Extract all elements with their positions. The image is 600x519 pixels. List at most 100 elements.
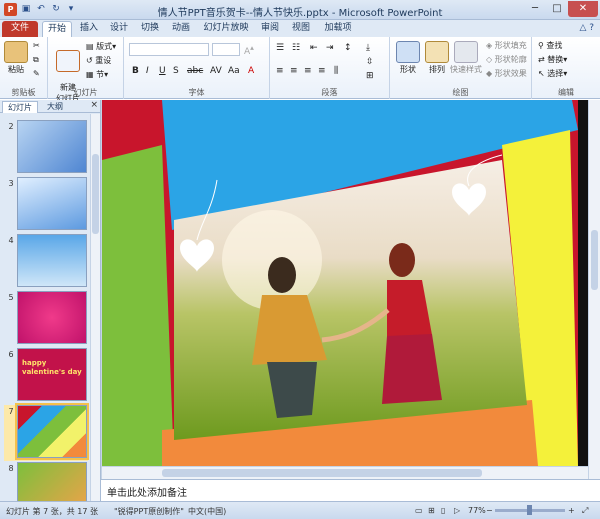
fit-window-icon[interactable]: ⤢ (582, 506, 588, 516)
text-direction-icon[interactable]: ⤓ (366, 43, 370, 53)
shape-fill-button[interactable]: ◈ 形状填充 (486, 40, 527, 51)
group-drawing: 形状 排列 快速样式 ◈ 形状填充 ◇ 形状轮廓 ◆ 形状效果 绘图 (390, 37, 532, 99)
quick-styles-button[interactable]: 快速样式 (448, 41, 484, 75)
tab-transitions[interactable]: 切换 (137, 21, 163, 37)
tab-design[interactable]: 设计 (106, 21, 132, 37)
tab-animations[interactable]: 动画 (168, 21, 194, 37)
ribbon: 粘贴 ✂ ⧉ ✎ 剪贴板 新建 幻灯片 ▤ 版式▾ ↺ 重设 ▦ 节▾ 幻灯片 … (0, 37, 600, 103)
section-button[interactable]: ▦ 节▾ (86, 69, 108, 80)
slide-thumb-6[interactable]: 6 happy valentine's day (4, 348, 88, 404)
minimize-icon[interactable]: ─ (524, 1, 546, 17)
font-size-combo[interactable] (212, 43, 240, 56)
bullets-icon[interactable]: ☰ (276, 43, 284, 53)
line-spacing-icon[interactable]: ↕ (344, 43, 352, 53)
tab-addins[interactable]: 加载项 (320, 21, 356, 37)
slide-thumb-8[interactable]: 8 (4, 462, 88, 501)
ribbon-tabs: 文件 开始 插入 设计 切换 动画 幻灯片放映 审阅 视图 加载项 △ ? (0, 20, 600, 37)
copy-icon[interactable]: ⧉ (33, 55, 39, 65)
zoom-in-icon[interactable]: + (568, 506, 575, 515)
panel-scrollbar[interactable] (90, 114, 100, 501)
columns-icon[interactable]: ⫼ (334, 66, 338, 76)
outdent-icon[interactable]: ⇥ (326, 43, 334, 53)
zoom-knob[interactable] (527, 505, 532, 515)
shadow-icon[interactable]: S (173, 66, 179, 76)
notes-pane[interactable]: 单击此处添加备注 (101, 479, 600, 501)
tab-home[interactable]: 开始 (42, 21, 72, 37)
slide-canvas[interactable] (102, 100, 588, 466)
align-left-icon[interactable]: ≡ (276, 66, 284, 76)
drawing-label: 绘图 (452, 88, 469, 97)
woman-skirt (382, 334, 442, 404)
editor-horizontal-scrollbar[interactable] (102, 466, 588, 479)
theme-name: "锐得PPT原创制作" (114, 507, 184, 516)
layout-label: 版式 (96, 42, 113, 51)
quick-styles-label: 快速样式 (450, 65, 482, 74)
zoom-level[interactable]: 77% (468, 506, 486, 515)
arrange-button[interactable]: 排列 (423, 41, 451, 75)
tab-view[interactable]: 视图 (288, 21, 314, 37)
slide-editor (101, 100, 600, 479)
zoom-slider[interactable] (495, 505, 565, 515)
align-center-icon[interactable]: ≡ (290, 66, 298, 76)
find-button[interactable]: ⚲ 查找 (538, 40, 562, 51)
thumb-image (17, 177, 87, 230)
language[interactable]: 中文(中国) (188, 506, 226, 517)
cut-icon[interactable]: ✂ (33, 41, 40, 50)
slide-thumb-2[interactable]: 2 (4, 120, 88, 176)
strikethrough-icon[interactable]: abc (187, 66, 203, 76)
tab-slideshow[interactable]: 幻灯片放映 (200, 21, 252, 37)
tab-file[interactable]: 文件 (2, 21, 38, 37)
font-color-icon[interactable]: A (248, 66, 254, 76)
shape-outline-button[interactable]: ◇ 形状轮廓 (486, 54, 527, 65)
thumb-number: 5 (8, 293, 14, 302)
tab-review[interactable]: 审阅 (257, 21, 283, 37)
zoom-out-icon[interactable]: − (486, 506, 493, 515)
format-painter-icon[interactable]: ✎ (33, 69, 40, 78)
align-text-icon[interactable]: ⇳ (366, 57, 374, 67)
slide-thumb-3[interactable]: 3 (4, 177, 88, 233)
shapes-button[interactable]: 形状 (394, 41, 422, 75)
smartart-icon[interactable]: ⊞ (366, 71, 374, 81)
spacing-icon[interactable]: AV (210, 66, 222, 76)
thumb-image (15, 403, 89, 460)
underline-icon[interactable]: U (159, 66, 166, 76)
tab-outline[interactable]: 大纲 (40, 101, 70, 113)
panel-scroll-thumb[interactable] (92, 154, 99, 234)
grow-font-icon[interactable]: A▴ (244, 43, 254, 57)
sorter-view-icon[interactable]: ⊞ (428, 506, 435, 515)
replace-button[interactable]: ⇄ 替换▾ (538, 54, 567, 65)
thumb-number: 6 (8, 350, 14, 359)
maximize-icon[interactable]: □ (546, 1, 568, 17)
notes-placeholder: 单击此处添加备注 (107, 488, 187, 499)
paste-button[interactable]: 粘贴 (3, 41, 29, 75)
window-controls: ─ □ ✕ (524, 1, 598, 17)
justify-icon[interactable]: ≡ (318, 66, 326, 76)
select-button[interactable]: ↖ 选择▾ (538, 68, 567, 79)
numbering-icon[interactable]: ☷ (292, 43, 300, 53)
tab-insert[interactable]: 插入 (76, 21, 102, 37)
slide-thumb-5[interactable]: 5 (4, 291, 88, 347)
shape-effects-button[interactable]: ◆ 形状效果 (486, 68, 527, 79)
reset-button[interactable]: ↺ 重设 (86, 55, 111, 66)
font-name-combo[interactable] (129, 43, 209, 56)
panel-close-icon[interactable]: × (90, 100, 98, 110)
v-scroll-thumb[interactable] (591, 230, 598, 290)
slide-thumb-7[interactable]: 7 (4, 403, 89, 461)
editor-vertical-scrollbar[interactable] (588, 100, 600, 479)
bold-icon[interactable]: B (132, 66, 139, 76)
close-icon[interactable]: ✕ (568, 1, 598, 17)
h-scroll-thumb[interactable] (162, 469, 482, 477)
slideshow-view-icon[interactable]: ▷ (454, 506, 460, 515)
help-icon[interactable]: △ ? (579, 23, 594, 33)
slide-thumb-4[interactable]: 4 (4, 234, 88, 290)
man-head (268, 257, 296, 293)
italic-icon[interactable]: I (146, 66, 149, 76)
indent-icon[interactable]: ⇤ (310, 43, 318, 53)
change-case-icon[interactable]: Aa (228, 66, 240, 76)
layout-button[interactable]: ▤ 版式▾ (86, 41, 116, 52)
slides-panel: 幻灯片 大纲 × 2 3 4 5 6 happy valentine's day… (0, 100, 101, 501)
normal-view-icon[interactable]: ▭ (415, 506, 423, 515)
reading-view-icon[interactable]: ▯ (441, 506, 445, 515)
align-right-icon[interactable]: ≡ (304, 66, 312, 76)
tab-slides[interactable]: 幻灯片 (2, 101, 38, 113)
